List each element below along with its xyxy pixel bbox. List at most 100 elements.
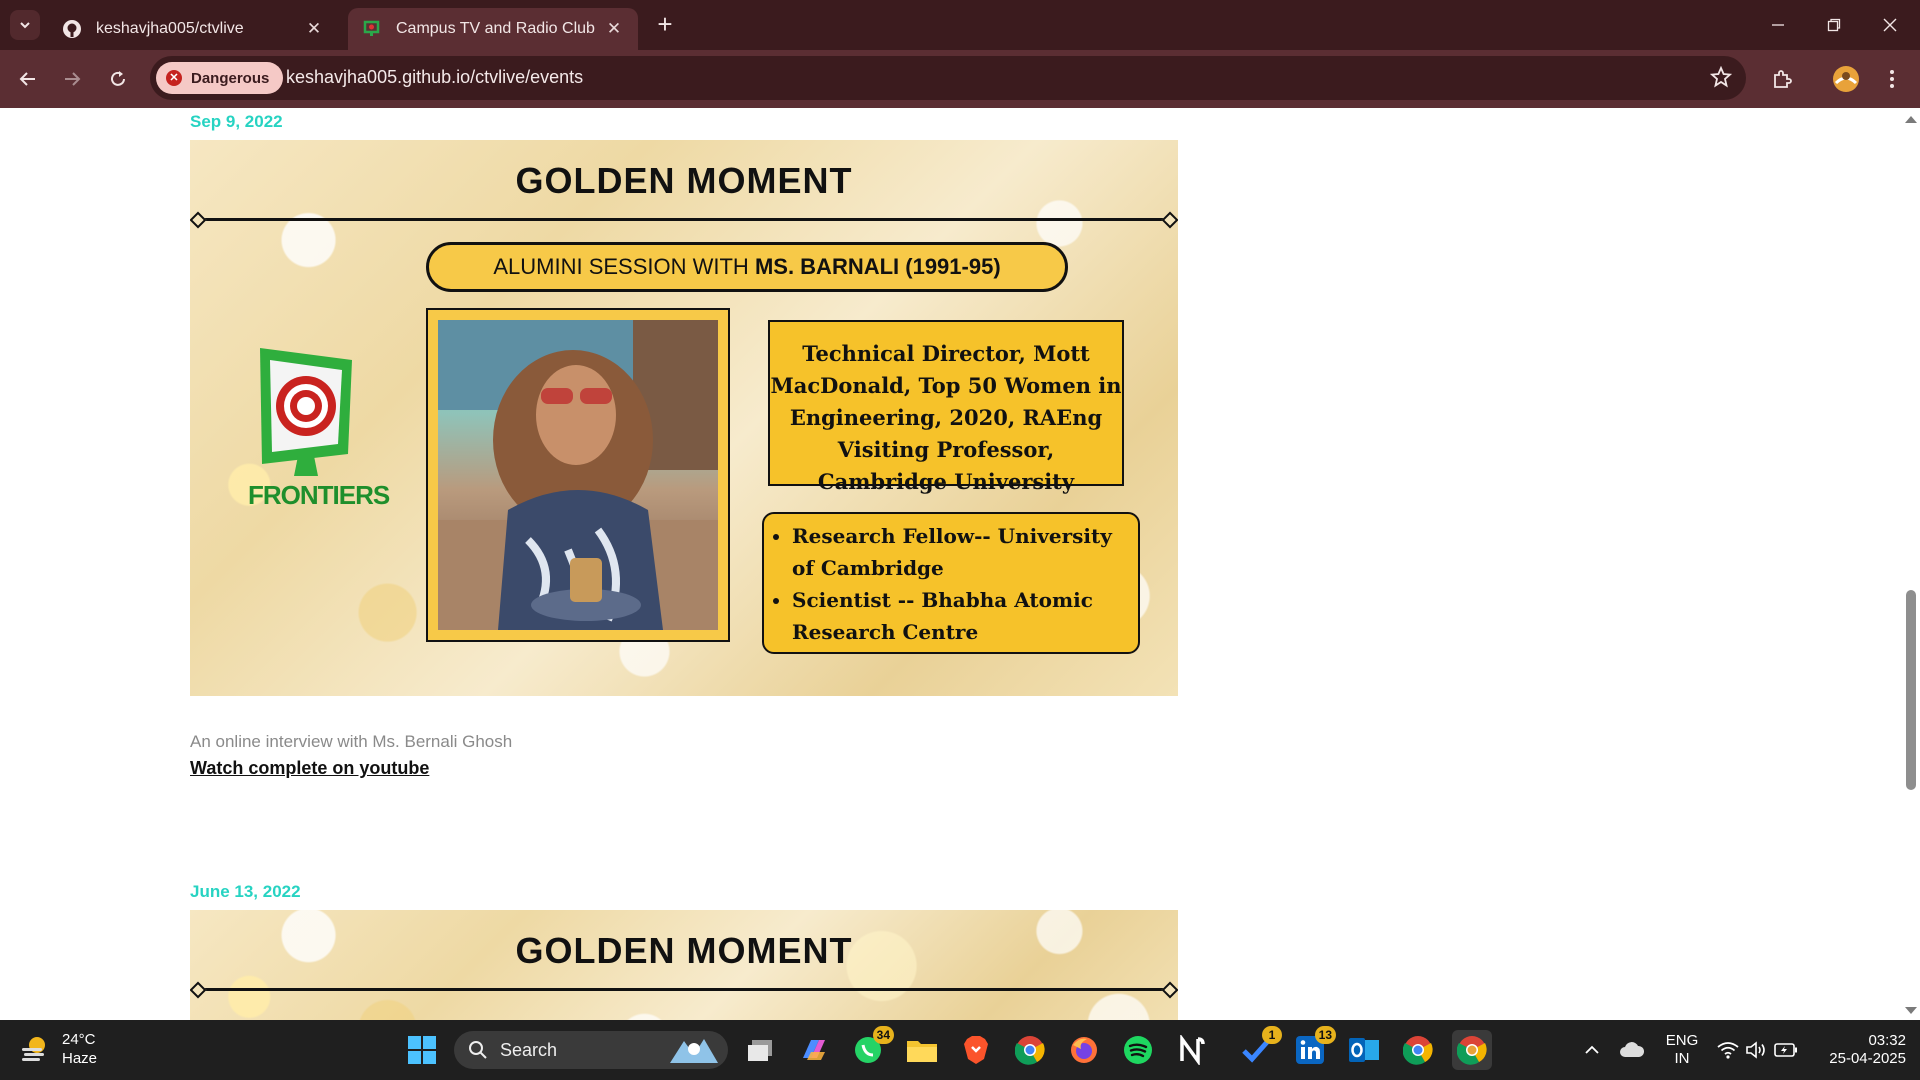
show-hidden-icons-button[interactable] bbox=[1572, 1030, 1612, 1070]
event-description: An online interview with Ms. Bernali Gho… bbox=[190, 732, 513, 751]
tab-title: Campus TV and Radio Club bbox=[396, 20, 595, 37]
reload-icon bbox=[111, 71, 125, 86]
linkedin-button[interactable]: 13 bbox=[1290, 1026, 1336, 1070]
url-text[interactable]: keshavjha005.github.io/ctvlive/events bbox=[286, 67, 583, 88]
clock[interactable]: 03:32 25-04-2025 bbox=[1810, 1032, 1906, 1068]
session-name: MS. BARNALI (1991-95) bbox=[754, 254, 1001, 279]
poster-divider bbox=[194, 988, 1174, 991]
tab-github[interactable]: keshavjha005/ctvlive ✕ bbox=[48, 8, 338, 50]
event-poster: GOLDEN MOMENT bbox=[190, 910, 1178, 1020]
close-icon bbox=[1883, 18, 1897, 32]
notification-badge: 1 bbox=[1262, 1026, 1282, 1044]
bookmark-star-icon[interactable] bbox=[1710, 66, 1732, 88]
youtube-link[interactable]: Watch complete on youtube bbox=[190, 758, 429, 779]
logo-text: FRONTIERS bbox=[248, 480, 390, 510]
arrow-left-icon bbox=[19, 72, 35, 86]
spotify-button[interactable] bbox=[1118, 1030, 1158, 1070]
scrollbar-thumb[interactable] bbox=[1906, 590, 1916, 790]
outlook-icon bbox=[1349, 1038, 1379, 1062]
minimize-icon bbox=[1772, 24, 1784, 26]
folder-icon bbox=[907, 1041, 937, 1062]
weather-temp: 24°C bbox=[62, 1031, 96, 1048]
notion-button[interactable] bbox=[1172, 1030, 1212, 1070]
onedrive-button[interactable] bbox=[1612, 1030, 1652, 1070]
cloud-icon bbox=[1620, 1042, 1645, 1057]
credential-item: Scientist -- Bhabha Atomic Research Cent… bbox=[792, 584, 1128, 648]
chrome-button[interactable] bbox=[1010, 1030, 1050, 1070]
speaker-bio: Technical Director, Mott MacDonald, Top … bbox=[768, 320, 1124, 494]
browser-toolbar: ✕ Dangerous keshavjha005.github.io/ctvli… bbox=[0, 50, 1920, 108]
outlook-button[interactable] bbox=[1344, 1030, 1384, 1070]
back-button[interactable] bbox=[12, 63, 44, 95]
chevron-up-icon bbox=[1585, 1045, 1599, 1054]
event-date: June 13, 2022 bbox=[190, 882, 301, 901]
speaker-icon bbox=[1746, 1041, 1765, 1059]
close-tab-icon[interactable]: ✕ bbox=[304, 19, 324, 39]
close-window-button[interactable] bbox=[1862, 0, 1918, 50]
tab-search-button[interactable] bbox=[10, 10, 40, 40]
taskbar-search[interactable]: Search bbox=[454, 1031, 728, 1069]
chrome-active-button[interactable] bbox=[1452, 1030, 1492, 1070]
notification-badge: 34 bbox=[872, 1026, 894, 1044]
extensions-button[interactable] bbox=[1766, 63, 1798, 95]
speaker-photo-frame bbox=[426, 308, 730, 642]
todo-button[interactable]: 1 bbox=[1236, 1026, 1282, 1070]
security-status-label: Dangerous bbox=[191, 69, 270, 87]
language-indicator[interactable]: ENG IN bbox=[1662, 1032, 1702, 1068]
events-page: Sep 9, 2022 GOLDEN MOMENT ALUMINI SESSIO… bbox=[0, 108, 1902, 1020]
browser-menu-button[interactable] bbox=[1876, 63, 1908, 95]
start-button[interactable] bbox=[402, 1030, 442, 1070]
speaker-portrait-image bbox=[438, 320, 718, 630]
poster-divider bbox=[194, 218, 1174, 221]
speaker-photo bbox=[438, 320, 718, 630]
page-scrollbar[interactable] bbox=[1902, 108, 1920, 1020]
windows-logo-icon bbox=[408, 1036, 436, 1064]
copilot-button[interactable] bbox=[794, 1030, 834, 1070]
address-bar[interactable]: ✕ Dangerous keshavjha005.github.io/ctvli… bbox=[150, 56, 1746, 100]
security-status-chip[interactable]: ✕ Dangerous bbox=[156, 62, 284, 94]
chevron-down-icon bbox=[20, 22, 30, 29]
scroll-up-icon[interactable] bbox=[1902, 112, 1920, 126]
file-explorer-button[interactable] bbox=[902, 1030, 942, 1070]
github-icon bbox=[63, 20, 81, 38]
event-date: Sep 9, 2022 bbox=[190, 112, 283, 131]
brave-button[interactable] bbox=[956, 1030, 996, 1070]
language-line: ENG bbox=[1665, 1032, 1699, 1049]
firefox-button[interactable] bbox=[1064, 1030, 1104, 1070]
forward-button[interactable] bbox=[56, 63, 88, 95]
haze-weather-icon bbox=[22, 1037, 45, 1061]
chrome-icon bbox=[1457, 1036, 1487, 1065]
windows-taskbar: 24°C Haze Search 34 1 13 ENG IN 03:32 25… bbox=[0, 1020, 1920, 1080]
minimize-button[interactable] bbox=[1750, 0, 1806, 50]
spotify-icon bbox=[1124, 1036, 1152, 1064]
reload-button[interactable] bbox=[102, 63, 134, 95]
avatar-icon bbox=[1833, 66, 1859, 92]
close-tab-icon[interactable]: ✕ bbox=[604, 19, 624, 39]
restore-icon bbox=[1827, 18, 1841, 32]
weather-widget[interactable]: 24°C Haze bbox=[20, 1030, 97, 1068]
danger-icon: ✕ bbox=[166, 70, 182, 86]
copilot-icon bbox=[803, 1040, 825, 1060]
new-tab-button[interactable]: + bbox=[650, 10, 680, 40]
session-banner: ALUMINI SESSION WITH MS. BARNALI (1991-9… bbox=[426, 242, 1068, 292]
weather-condition: Haze bbox=[62, 1050, 98, 1067]
language-line: IN bbox=[1674, 1050, 1690, 1067]
search-icon bbox=[469, 1041, 487, 1059]
arrow-right-icon bbox=[65, 72, 81, 86]
brave-icon bbox=[964, 1036, 988, 1064]
whatsapp-button[interactable]: 34 bbox=[848, 1026, 894, 1070]
chrome-icon bbox=[1403, 1036, 1433, 1065]
event-poster: GOLDEN MOMENT ALUMINI SESSION WITH MS. B… bbox=[190, 140, 1178, 696]
task-view-button[interactable] bbox=[740, 1030, 780, 1070]
scroll-down-icon[interactable] bbox=[1902, 1004, 1920, 1018]
profile-avatar[interactable] bbox=[1830, 63, 1862, 95]
tab-title: keshavjha005/ctvlive bbox=[96, 20, 244, 37]
poster-heading: GOLDEN MOMENT bbox=[515, 160, 853, 201]
tab-campus-tv[interactable]: Campus TV and Radio Club ✕ bbox=[348, 8, 638, 50]
speaker-credentials: Research Fellow-- University of Cambridg… bbox=[762, 512, 1140, 654]
chrome-profile-button[interactable] bbox=[1398, 1030, 1438, 1070]
notification-badge: 13 bbox=[1314, 1026, 1336, 1044]
search-highlight-icon bbox=[670, 1039, 718, 1063]
restore-button[interactable] bbox=[1806, 0, 1862, 50]
battery-button[interactable] bbox=[1766, 1030, 1806, 1070]
